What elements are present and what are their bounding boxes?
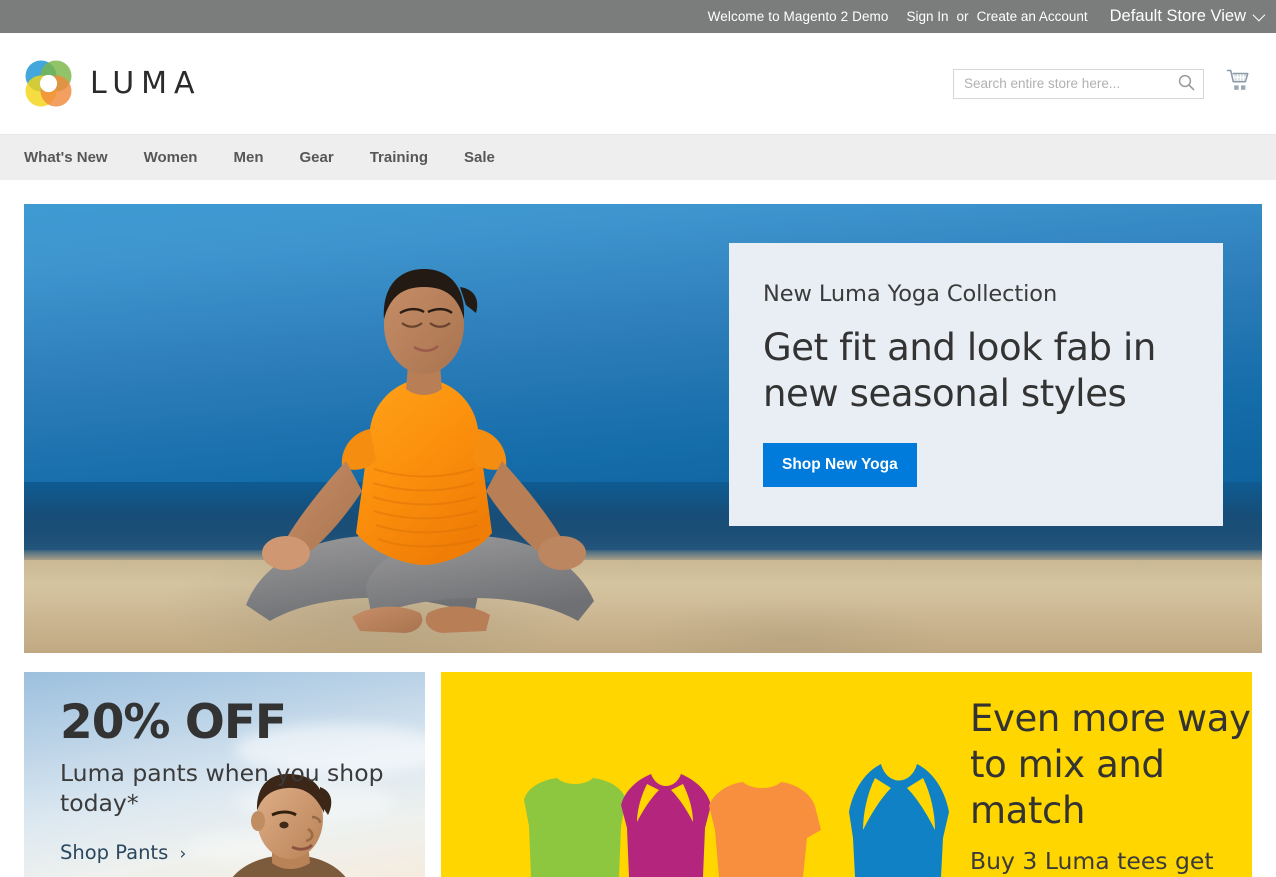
store-view-label: Default Store View [1109,7,1246,25]
hero-yoga-figure-image [174,233,674,653]
promo-pants-subtext: Luma pants when you shop today* [60,759,384,817]
or-separator: or [956,9,969,24]
nav-item-training[interactable]: Training [370,149,446,166]
chevron-right-icon: › [179,844,187,864]
header-actions [953,68,1252,99]
promo-tees-subtext: Buy 3 Luma tees get [970,847,1214,875]
chevron-down-icon [1252,8,1266,22]
minicart-link[interactable] [1226,68,1252,99]
shop-new-yoga-button[interactable]: Shop New Yoga [763,443,917,487]
shop-pants-link-label: Shop Pants [60,841,169,864]
promo-pants-headline: 20% OFF [60,695,287,750]
promo-tees-headline: Even more ways to mix and match [970,697,1252,832]
promo-tees-shirts-image [461,702,981,877]
search-box[interactable] [953,68,1204,99]
search-submit-button[interactable] [1173,70,1199,98]
store-view-switcher[interactable]: Default Store View [1109,7,1266,26]
shop-pants-link[interactable]: Shop Pants › [60,841,186,864]
promo-tees-content: Even more ways to mix and match Buy 3 Lu… [970,696,1252,876]
promo-tile-tees[interactable]: Even more ways to mix and match Buy 3 Lu… [441,672,1252,877]
top-panel: Welcome to Magento 2 Demo Sign In or Cre… [0,0,1276,33]
create-account-link[interactable]: Create an Account [977,9,1088,24]
nav-item-whats-new[interactable]: What's New [24,149,126,166]
logo-link[interactable]: LUMA [24,59,202,108]
nav-item-sale[interactable]: Sale [464,149,513,166]
page-header: LUMA [0,33,1276,134]
promo-tile-pants[interactable]: 20% OFF Luma pants when you shop today* … [24,672,425,877]
nav-item-women[interactable]: Women [144,149,216,166]
main-navigation: What's New Women Men Gear Training Sale [0,134,1276,180]
welcome-message: Welcome to Magento 2 Demo [707,9,889,24]
promo-pants-content: 20% OFF Luma pants when you shop today* … [24,672,425,865]
luma-circles-logo-icon [24,59,73,108]
nav-item-gear[interactable]: Gear [299,149,351,166]
logo-wordmark: LUMA [90,66,202,101]
hero-text-panel: New Luma Yoga Collection Get fit and loo… [729,243,1223,526]
shopping-cart-icon [1226,68,1252,99]
hero-title: Get fit and look fab in new seasonal sty… [763,326,1156,415]
nav-item-men[interactable]: Men [233,149,281,166]
hero-banner[interactable]: New Luma Yoga Collection Get fit and loo… [24,204,1262,653]
search-input[interactable] [954,69,1203,98]
promo-row: 20% OFF Luma pants when you shop today* … [24,672,1252,877]
search-icon [1178,74,1195,94]
hero-eyebrow: New Luma Yoga Collection [763,281,1058,307]
sign-in-link[interactable]: Sign In [907,9,949,24]
page-content: New Luma Yoga Collection Get fit and loo… [0,180,1276,877]
